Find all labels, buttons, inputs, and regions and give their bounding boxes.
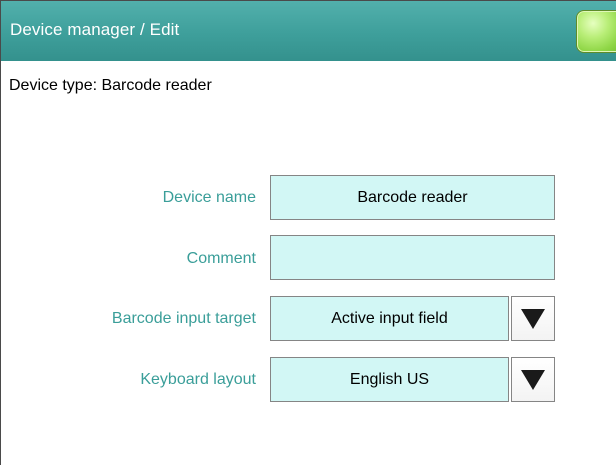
device-name-label: Device name <box>162 189 256 206</box>
keyboard-layout-label: Keyboard layout <box>140 371 256 388</box>
device-type-heading: Device type: Barcode reader <box>9 77 212 94</box>
title-bar: Device manager / Edit <box>1 1 616 61</box>
barcode-input-target-dropdown-button[interactable] <box>511 296 555 341</box>
page-title: Device manager / Edit <box>10 20 180 39</box>
keyboard-layout-dropdown-button[interactable] <box>511 357 555 402</box>
barcode-input-target-label: Barcode input target <box>111 310 256 327</box>
device-manager-edit-screen: Device manager / Edit Device type: Barco… <box>0 0 616 465</box>
comment-label: Comment <box>186 250 256 267</box>
triangle-down-icon <box>521 369 545 390</box>
barcode-input-target-field[interactable]: Active input field <box>270 296 509 341</box>
ok-button[interactable] <box>576 10 616 53</box>
device-name-field[interactable]: Barcode reader <box>270 175 555 220</box>
keyboard-layout-field[interactable]: English US <box>270 357 509 402</box>
triangle-down-icon <box>521 308 545 329</box>
left-edge <box>0 0 1 465</box>
comment-field[interactable] <box>270 235 555 280</box>
